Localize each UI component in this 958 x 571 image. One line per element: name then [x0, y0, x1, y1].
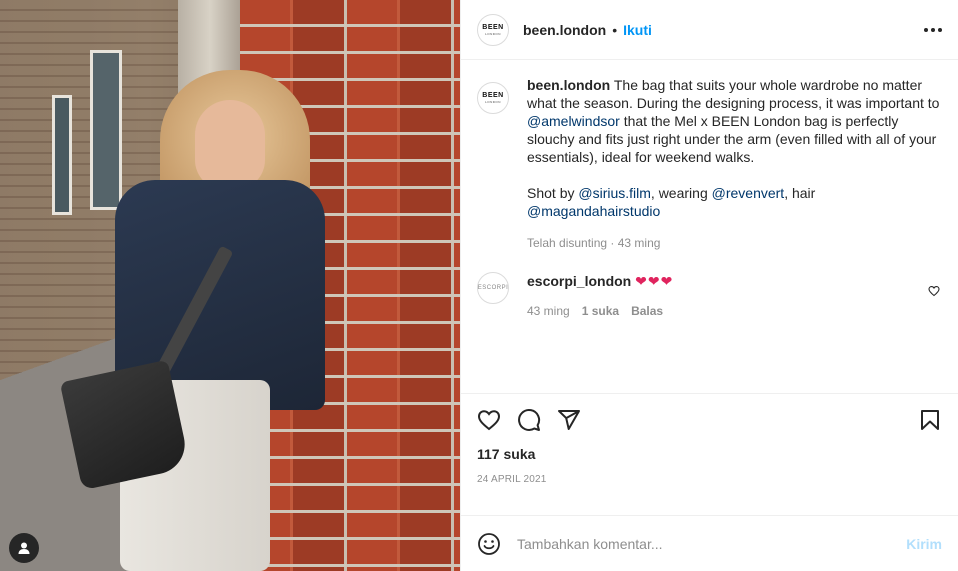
- comment: ESCORPI escorpi_london ❤❤❤ 43 ming 1 suk…: [477, 272, 942, 318]
- reply-button[interactable]: Balas: [631, 304, 663, 318]
- mention-link[interactable]: @sirius.film: [578, 185, 651, 201]
- action-icons: [477, 400, 942, 440]
- caption: BEEN LONDON been.london The bag that sui…: [477, 76, 942, 250]
- follow-button[interactable]: Ikuti: [623, 22, 652, 38]
- more-icon: [924, 27, 928, 32]
- more-icon-dot: [931, 27, 935, 32]
- mention-link[interactable]: @amelwindsor: [527, 113, 620, 129]
- post-photo[interactable]: [0, 0, 460, 571]
- comment-line: escorpi_london ❤❤❤: [527, 272, 673, 290]
- avatar-brand-text: ESCORPI: [477, 285, 509, 291]
- photo-window: [90, 50, 122, 210]
- avatar-brand-text: BEEN: [482, 92, 504, 99]
- heart-icon: [477, 410, 501, 431]
- post-comment-button[interactable]: Kirim: [906, 536, 942, 552]
- avatar[interactable]: BEEN LONDON: [477, 82, 509, 114]
- comment-input[interactable]: [517, 535, 907, 552]
- add-comment-bar: Kirim: [461, 515, 958, 571]
- comment-username[interactable]: escorpi_london: [527, 273, 631, 289]
- bookmark-icon: [921, 410, 939, 430]
- emoji-icon[interactable]: [477, 532, 501, 556]
- share-button[interactable]: [557, 400, 597, 440]
- avatar-brand-subtext: LONDON: [485, 31, 501, 36]
- comment-likes[interactable]: 1 suka: [582, 304, 619, 318]
- photo-person-face: [195, 100, 265, 190]
- post-date[interactable]: 24 APRIL 2021: [477, 474, 942, 485]
- more-icon-dot: [938, 27, 942, 32]
- post-dialog: BEEN LONDON been.london • Ikuti BEEN LON…: [0, 0, 958, 571]
- header-username[interactable]: been.london: [523, 22, 606, 38]
- save-button[interactable]: [902, 400, 942, 440]
- comment-age[interactable]: 43 ming: [527, 304, 570, 318]
- avatar-brand-text: BEEN: [482, 23, 504, 31]
- avatar[interactable]: BEEN LONDON: [477, 13, 509, 46]
- caption-username[interactable]: been.london: [527, 77, 610, 93]
- send-icon: [558, 410, 580, 430]
- photo-window: [52, 95, 72, 215]
- caption-meta: Telah disunting · 43 ming: [527, 236, 661, 250]
- comment-body: escorpi_london ❤❤❤ 43 ming 1 suka Balas: [527, 272, 673, 318]
- comment-text: ❤❤❤: [635, 273, 674, 289]
- comments-section: BEEN LONDON been.london The bag that sui…: [461, 60, 958, 393]
- avatar-brand-subtext: LONDON: [485, 100, 501, 104]
- user-icon: [18, 542, 30, 554]
- mention-link[interactable]: @revenvert: [712, 185, 785, 201]
- caption-part: , wearing: [650, 185, 712, 201]
- comment-like-button[interactable]: [928, 284, 940, 300]
- user-tag-button[interactable]: [9, 533, 39, 563]
- caption-text: been.london The bag that suits your whol…: [527, 76, 942, 220]
- post-sidebar: BEEN LONDON been.london • Ikuti BEEN LON…: [460, 0, 958, 571]
- comment-icon: [518, 409, 541, 431]
- comment-button[interactable]: [517, 400, 557, 440]
- comment-meta: 43 ming 1 suka Balas: [527, 304, 673, 318]
- post-header: BEEN LONDON been.london • Ikuti: [461, 0, 958, 60]
- separator-dot: •: [612, 21, 618, 38]
- caption-part: , hair: [784, 185, 816, 201]
- mention-link[interactable]: @magandahairstudio: [527, 203, 660, 219]
- more-options-button[interactable]: [924, 27, 942, 32]
- heart-icon: [928, 286, 940, 297]
- like-button[interactable]: [477, 400, 517, 440]
- likes-count[interactable]: 117 suka: [477, 446, 942, 462]
- caption-body: been.london The bag that suits your whol…: [527, 76, 942, 250]
- caption-part: Shot by: [527, 185, 579, 201]
- avatar[interactable]: ESCORPI: [477, 272, 509, 304]
- actions-bar: 117 suka 24 APRIL 2021: [461, 393, 958, 515]
